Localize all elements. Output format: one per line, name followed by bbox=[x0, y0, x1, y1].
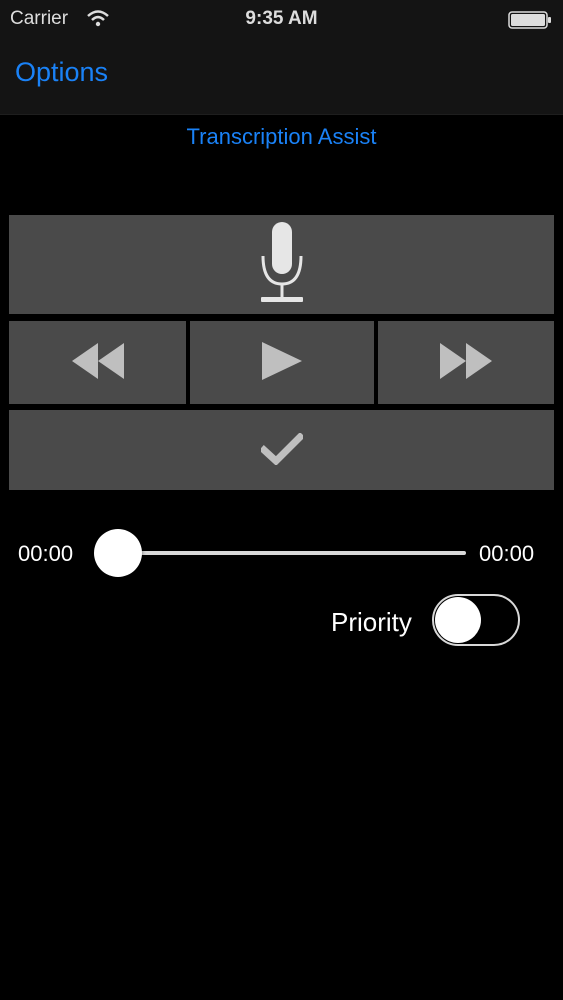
priority-label: Priority bbox=[331, 607, 412, 637]
playback-slider-track[interactable] bbox=[118, 551, 466, 555]
rewind-icon bbox=[71, 343, 124, 382]
status-bar: Carrier 9:35 AM bbox=[0, 0, 563, 38]
priority-toggle[interactable] bbox=[432, 594, 520, 646]
priority-toggle-knob bbox=[435, 597, 481, 643]
screen-subtitle: Transcription Assist bbox=[186, 124, 377, 149]
fast-forward-button[interactable] bbox=[378, 321, 554, 404]
options-back-button[interactable]: Options bbox=[15, 57, 108, 88]
rewind-button[interactable] bbox=[9, 321, 186, 404]
fast-forward-icon bbox=[440, 343, 492, 382]
confirm-button[interactable] bbox=[9, 410, 554, 490]
record-button[interactable] bbox=[9, 215, 554, 314]
play-button[interactable] bbox=[190, 321, 374, 404]
current-time-label: 00:00 bbox=[18, 541, 74, 566]
microphone-icon bbox=[257, 222, 307, 307]
checkmark-icon bbox=[258, 431, 305, 468]
playback-slider-thumb[interactable] bbox=[94, 529, 142, 577]
navigation-bar: Options bbox=[0, 38, 563, 115]
play-icon bbox=[262, 342, 302, 383]
total-time-label: 00:00 bbox=[479, 541, 535, 566]
status-time: 9:35 AM bbox=[245, 8, 318, 29]
battery-icon bbox=[508, 11, 552, 34]
